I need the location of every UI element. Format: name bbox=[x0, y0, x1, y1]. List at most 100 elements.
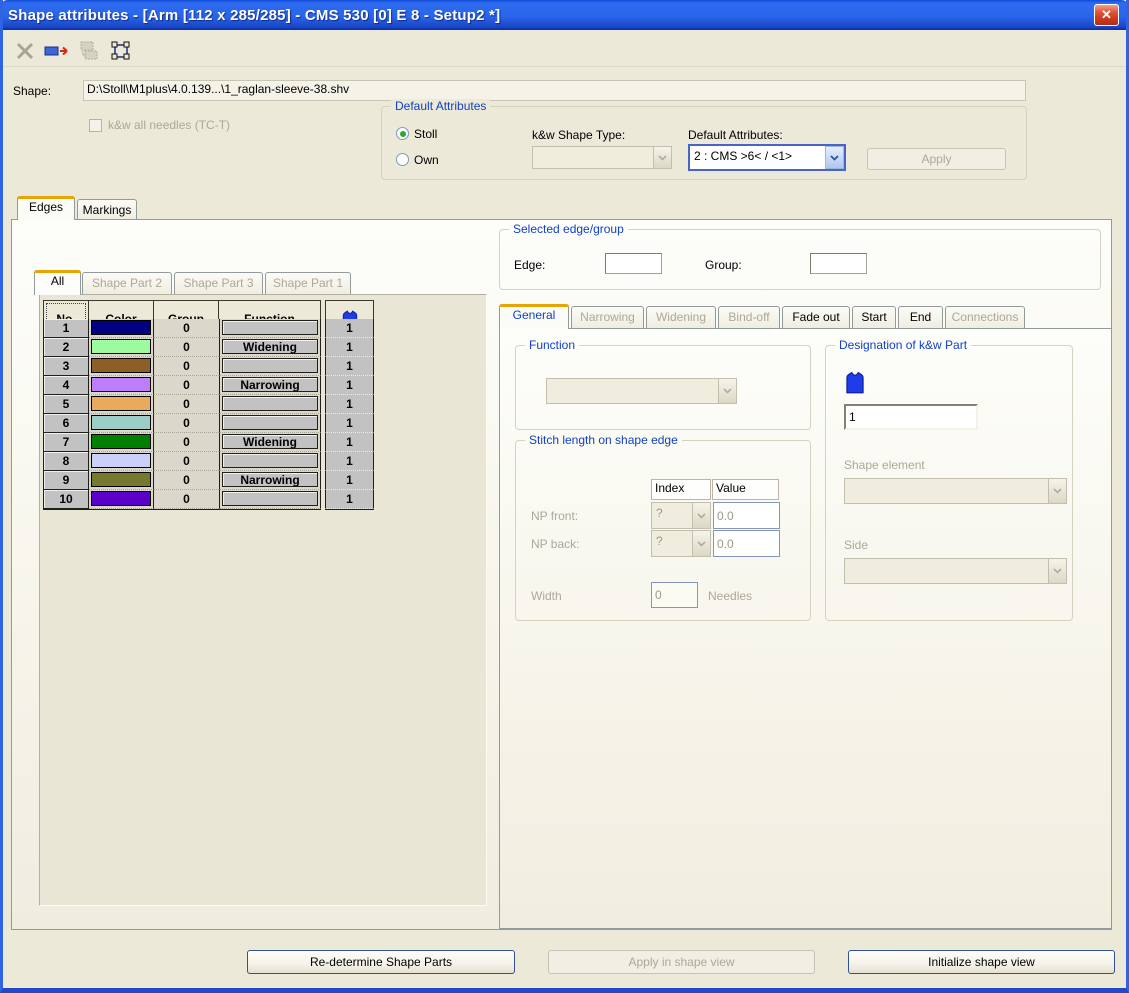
value-column-header: Value bbox=[712, 479, 779, 500]
side-value bbox=[844, 558, 1048, 584]
function-cell[interactable]: Widening bbox=[219, 433, 321, 452]
np-back-value-field bbox=[713, 530, 780, 557]
color-cell[interactable] bbox=[89, 433, 154, 452]
kw-part-cell[interactable]: 1 bbox=[325, 490, 374, 509]
tab-edges[interactable]: Edges bbox=[17, 196, 75, 220]
group-cell[interactable]: 0 bbox=[154, 452, 219, 471]
own-radio-label: Own bbox=[414, 153, 439, 167]
tab-fade-out[interactable]: Fade out bbox=[782, 306, 850, 329]
function-button[interactable] bbox=[222, 453, 318, 468]
row-number-cell[interactable]: 8 bbox=[43, 452, 89, 471]
edge-field[interactable] bbox=[605, 253, 662, 274]
own-radio[interactable] bbox=[396, 153, 409, 166]
group-cell[interactable]: 0 bbox=[154, 471, 219, 490]
kw-part-cell[interactable]: 1 bbox=[325, 376, 374, 395]
function-cell[interactable] bbox=[219, 319, 321, 338]
tab-start[interactable]: Start bbox=[852, 306, 896, 329]
color-cell[interactable] bbox=[89, 414, 154, 433]
color-cell[interactable] bbox=[89, 452, 154, 471]
radio-dot-icon bbox=[400, 131, 406, 137]
color-cell[interactable] bbox=[89, 338, 154, 357]
part-tab-shape-part-3: Shape Part 3 bbox=[174, 272, 263, 295]
kw-part-cell[interactable]: 1 bbox=[325, 471, 374, 490]
shape-element-value bbox=[844, 478, 1048, 504]
row-number-cell[interactable]: 7 bbox=[43, 433, 89, 452]
tab-markings[interactable]: Markings bbox=[77, 199, 137, 220]
function-button[interactable] bbox=[222, 491, 318, 506]
color-cell[interactable] bbox=[89, 395, 154, 414]
group-cell[interactable]: 0 bbox=[154, 395, 219, 414]
group-cell[interactable]: 0 bbox=[154, 319, 219, 338]
function-cell[interactable] bbox=[219, 452, 321, 471]
row-number-cell[interactable]: 4 bbox=[43, 376, 89, 395]
edges-table-kw-column: 1111111111 bbox=[325, 300, 374, 528]
selected-edge-group-box: Selected edge/group Edge: Group: bbox=[499, 229, 1101, 290]
group-cell[interactable]: 0 bbox=[154, 414, 219, 433]
group-field[interactable] bbox=[810, 253, 867, 274]
function-button[interactable]: Narrowing bbox=[222, 472, 318, 487]
tab-narrowing: Narrowing bbox=[571, 306, 644, 329]
row-number-cell[interactable]: 2 bbox=[43, 338, 89, 357]
row-number-cell[interactable]: 5 bbox=[43, 395, 89, 414]
function-group-title: Function bbox=[525, 338, 579, 352]
function-button[interactable]: Widening bbox=[222, 434, 318, 449]
kw-part-cell[interactable]: 1 bbox=[325, 319, 374, 338]
delete-x-icon bbox=[15, 42, 35, 60]
kw-part-cell[interactable]: 1 bbox=[325, 433, 374, 452]
row-number-cell[interactable]: 6 bbox=[43, 414, 89, 433]
initialize-shape-view-button[interactable]: Initialize shape view bbox=[848, 950, 1115, 974]
color-cell[interactable] bbox=[89, 319, 154, 338]
redetermine-shape-parts-button[interactable]: Re-determine Shape Parts bbox=[247, 950, 515, 974]
color-swatch bbox=[91, 453, 151, 468]
function-button[interactable]: Widening bbox=[222, 339, 318, 354]
tab-end[interactable]: End bbox=[898, 306, 943, 329]
row-number-cell[interactable]: 9 bbox=[43, 471, 89, 490]
function-cell[interactable] bbox=[219, 414, 321, 433]
function-button[interactable] bbox=[222, 396, 318, 411]
function-button[interactable] bbox=[222, 358, 318, 373]
function-cell[interactable]: Widening bbox=[219, 338, 321, 357]
row-number-cell[interactable]: 10 bbox=[43, 490, 89, 509]
shape-element-combo bbox=[844, 478, 1067, 504]
chevron-down-icon[interactable] bbox=[825, 146, 844, 169]
group-cell[interactable]: 0 bbox=[154, 357, 219, 376]
function-button[interactable] bbox=[222, 415, 318, 430]
kw-part-cell[interactable]: 1 bbox=[325, 414, 374, 433]
function-cell[interactable]: Narrowing bbox=[219, 376, 321, 395]
group-cell[interactable]: 0 bbox=[154, 433, 219, 452]
stoll-radio[interactable] bbox=[396, 127, 409, 140]
part-tab-all[interactable]: All bbox=[34, 270, 81, 295]
kw-shape-type-combo bbox=[532, 146, 672, 169]
tab-general[interactable]: General bbox=[499, 304, 569, 329]
color-cell[interactable] bbox=[89, 471, 154, 490]
color-cell[interactable] bbox=[89, 376, 154, 395]
group-cell[interactable]: 0 bbox=[154, 338, 219, 357]
group-cell[interactable]: 0 bbox=[154, 490, 219, 509]
edges-table: No. Color Group Function 1 0 2 0 Widenin… bbox=[43, 300, 321, 528]
close-button[interactable]: ✕ bbox=[1094, 4, 1119, 26]
row-number-cell[interactable]: 3 bbox=[43, 357, 89, 376]
transfer-attributes-button[interactable] bbox=[43, 39, 70, 62]
function-cell[interactable]: Narrowing bbox=[219, 471, 321, 490]
side-label: Side bbox=[844, 538, 868, 552]
function-cell[interactable] bbox=[219, 490, 321, 509]
kw-part-cell[interactable]: 1 bbox=[325, 338, 374, 357]
kw-part-name-field[interactable] bbox=[844, 404, 978, 430]
color-cell[interactable] bbox=[89, 490, 154, 509]
row-number-cell[interactable]: 1 bbox=[43, 319, 89, 338]
group-cell[interactable]: 0 bbox=[154, 376, 219, 395]
color-cell[interactable] bbox=[89, 357, 154, 376]
kw-part-cell[interactable]: 1 bbox=[325, 395, 374, 414]
chevron-down-icon bbox=[718, 378, 737, 404]
function-button[interactable] bbox=[222, 320, 318, 335]
kw-part-cell[interactable]: 1 bbox=[325, 357, 374, 376]
function-cell[interactable] bbox=[219, 395, 321, 414]
shape-path-field[interactable]: D:\Stoll\M1plus\4.0.139...\1_raglan-slee… bbox=[83, 80, 1026, 101]
selection-frame-button[interactable] bbox=[107, 39, 134, 62]
width-field bbox=[651, 582, 698, 608]
kw-part-cell[interactable]: 1 bbox=[325, 452, 374, 471]
np-back-index-value: ? bbox=[651, 530, 692, 557]
default-attributes-combo[interactable]: 2 : CMS >6< / <1> bbox=[688, 144, 846, 171]
function-button[interactable]: Narrowing bbox=[222, 377, 318, 392]
function-cell[interactable] bbox=[219, 357, 321, 376]
